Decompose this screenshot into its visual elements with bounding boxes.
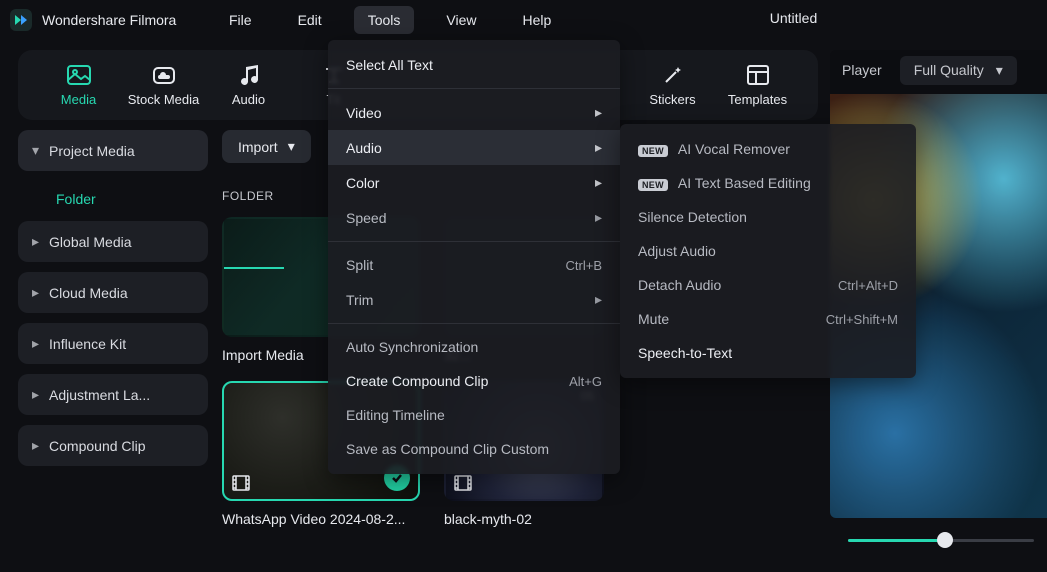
menu-item-silence-detection[interactable]: Silence Detection bbox=[620, 200, 916, 234]
player-label: Player bbox=[842, 62, 882, 78]
sidebar-item-cloud-media[interactable]: ▸ Cloud Media bbox=[18, 272, 208, 313]
import-label: Import bbox=[238, 139, 278, 155]
menu-item-save-compound-custom[interactable]: Save as Compound Clip Custom bbox=[328, 432, 620, 466]
tab-label: Stickers bbox=[649, 92, 695, 107]
menu-view[interactable]: View bbox=[432, 6, 490, 34]
magic-wand-icon bbox=[660, 64, 686, 86]
slider-knob[interactable] bbox=[937, 532, 953, 548]
slider-fill bbox=[848, 539, 945, 542]
sidebar: ▾ Project Media Folder ▸ Global Media ▸ … bbox=[18, 130, 208, 476]
sidebar-folder[interactable]: Folder bbox=[18, 181, 208, 221]
tab-stickers[interactable]: Stickers bbox=[630, 64, 715, 107]
menubar: File Edit Tools View Help bbox=[215, 6, 565, 34]
chevron-right-icon: ▸ bbox=[595, 291, 602, 308]
zoom-slider[interactable] bbox=[848, 530, 1034, 550]
sidebar-item-label: Cloud Media bbox=[49, 285, 128, 301]
menu-item-create-compound-clip[interactable]: Create Compound ClipAlt+G bbox=[328, 364, 620, 398]
chevron-right-icon: ▸ bbox=[595, 209, 602, 226]
sidebar-item-adjustment-layer[interactable]: ▸ Adjustment La... bbox=[18, 374, 208, 415]
music-note-icon bbox=[236, 64, 262, 86]
menu-tools[interactable]: Tools bbox=[354, 6, 415, 34]
sidebar-item-label: Global Media bbox=[49, 234, 132, 250]
menu-separator bbox=[328, 88, 620, 89]
app-logo-icon bbox=[10, 9, 32, 31]
quality-select[interactable]: Full Quality ▾ bbox=[900, 56, 1017, 85]
sidebar-item-label: Compound Clip bbox=[49, 438, 146, 454]
new-badge: NEW bbox=[638, 145, 668, 157]
menu-edit[interactable]: Edit bbox=[284, 6, 336, 34]
image-icon bbox=[66, 64, 92, 86]
menu-item-color[interactable]: Color▸ bbox=[328, 165, 620, 200]
chevron-right-icon: ▸ bbox=[595, 139, 602, 156]
menu-separator bbox=[328, 241, 620, 242]
tab-media[interactable]: Media bbox=[36, 64, 121, 107]
menu-item-ai-text-based-editing[interactable]: NEWAI Text Based Editing bbox=[620, 166, 916, 200]
filmstrip-icon bbox=[454, 475, 472, 491]
app-name: Wondershare Filmora bbox=[42, 12, 176, 28]
menu-item-adjust-audio[interactable]: Adjust Audio bbox=[620, 234, 916, 268]
new-badge: NEW bbox=[638, 179, 668, 191]
chevron-right-icon: ▸ bbox=[32, 284, 39, 301]
menu-separator bbox=[328, 323, 620, 324]
tab-audio[interactable]: Audio bbox=[206, 64, 291, 107]
menu-help[interactable]: Help bbox=[508, 6, 565, 34]
sidebar-item-project-media[interactable]: ▾ Project Media bbox=[18, 130, 208, 171]
sidebar-item-label: Adjustment La... bbox=[49, 387, 150, 403]
menu-item-split[interactable]: SplitCtrl+B bbox=[328, 248, 620, 282]
import-button[interactable]: Import ▾ bbox=[222, 130, 311, 163]
menu-item-mute[interactable]: MuteCtrl+Shift+M bbox=[620, 302, 916, 336]
chevron-right-icon: ▸ bbox=[32, 437, 39, 454]
tab-templates[interactable]: Templates bbox=[715, 64, 800, 107]
tab-label: Audio bbox=[232, 92, 265, 107]
titlebar: Wondershare Filmora File Edit Tools View… bbox=[0, 0, 1047, 40]
chevron-right-icon: ▸ bbox=[595, 104, 602, 121]
menu-item-detach-audio[interactable]: Detach AudioCtrl+Alt+D bbox=[620, 268, 916, 302]
chevron-right-icon: ▸ bbox=[32, 233, 39, 250]
clip-caption: WhatsApp Video 2024-08-2... bbox=[222, 511, 420, 527]
cloud-image-icon bbox=[151, 64, 177, 86]
chevron-right-icon: ▸ bbox=[32, 386, 39, 403]
clip-caption: black-myth-02 bbox=[444, 511, 604, 527]
menu-item-speed[interactable]: Speed▸ bbox=[328, 200, 620, 235]
filmstrip-icon bbox=[232, 475, 250, 491]
menu-item-select-all-text[interactable]: Select All Text bbox=[328, 48, 620, 82]
tab-stock-media[interactable]: Stock Media bbox=[121, 64, 206, 107]
menu-item-audio[interactable]: Audio▸ bbox=[328, 130, 620, 165]
menu-item-trim[interactable]: Trim▸ bbox=[328, 282, 620, 317]
tab-label: Media bbox=[61, 92, 96, 107]
menu-item-editing-timeline[interactable]: Editing Timeline bbox=[328, 398, 620, 432]
sidebar-item-global-media[interactable]: ▸ Global Media bbox=[18, 221, 208, 262]
sidebar-item-label: Influence Kit bbox=[49, 336, 126, 352]
menu-item-speech-to-text[interactable]: Speech-to-Text bbox=[620, 336, 916, 370]
tools-menu: Select All Text Video▸ Audio▸ Color▸ Spe… bbox=[328, 40, 620, 474]
menu-item-ai-vocal-remover[interactable]: NEWAI Vocal Remover bbox=[620, 132, 916, 166]
sidebar-item-label: Project Media bbox=[49, 143, 135, 159]
menu-item-video[interactable]: Video▸ bbox=[328, 95, 620, 130]
audio-submenu: NEWAI Vocal Remover NEWAI Text Based Edi… bbox=[620, 124, 916, 378]
menu-item-auto-sync[interactable]: Auto Synchronization bbox=[328, 330, 620, 364]
chevron-right-icon: ▸ bbox=[595, 174, 602, 191]
menu-file[interactable]: File bbox=[215, 6, 266, 34]
chevron-down-icon: ▾ bbox=[288, 138, 295, 155]
sidebar-item-compound-clip[interactable]: ▸ Compound Clip bbox=[18, 425, 208, 466]
sidebar-item-influence-kit[interactable]: ▸ Influence Kit bbox=[18, 323, 208, 364]
chevron-down-icon: ▾ bbox=[996, 62, 1003, 79]
chevron-down-icon: ▾ bbox=[32, 142, 39, 159]
chevron-right-icon: ▸ bbox=[32, 335, 39, 352]
templates-icon bbox=[745, 64, 771, 86]
tab-label: Templates bbox=[728, 92, 787, 107]
tab-label: Stock Media bbox=[128, 92, 200, 107]
quality-value: Full Quality bbox=[914, 62, 984, 78]
